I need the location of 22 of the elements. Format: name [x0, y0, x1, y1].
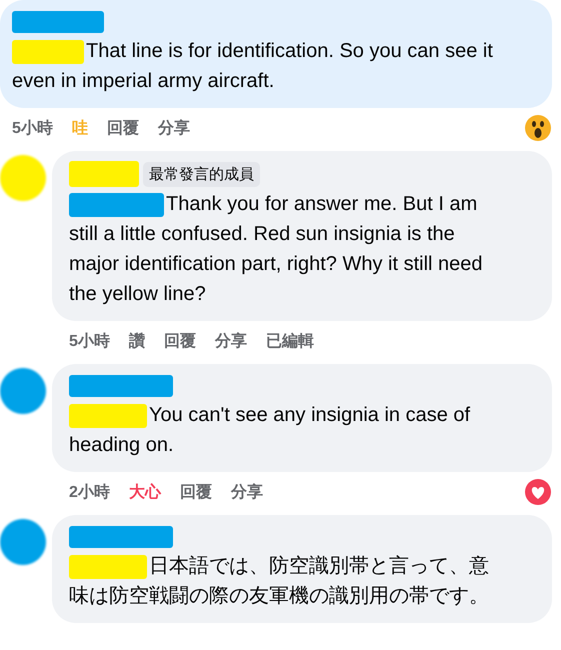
redaction-mark — [69, 161, 139, 187]
redaction-mark — [12, 40, 84, 64]
comment-text: Thank you for answer me. But I am still a little confused. Red sun insignia is the major identification part, right? Why it still need the yellow line? — [69, 192, 484, 307]
wow-emoji-icon — [524, 114, 552, 142]
comment-time[interactable]: 2小時 — [69, 482, 110, 503]
reply-link[interactable]: 回覆 — [180, 482, 212, 503]
share-link[interactable]: 分享 — [214, 331, 247, 352]
reaction-link[interactable]: 大心 — [128, 482, 161, 503]
reply-link[interactable]: 回覆 — [164, 331, 196, 352]
reaction-link[interactable]: 讚 — [128, 331, 145, 352]
comment-time[interactable]: 5小時 — [69, 331, 110, 352]
comment-text: You can't see any insignia in case of heading on. — [69, 402, 472, 458]
share-link[interactable]: 分享 — [230, 482, 263, 503]
reply-link[interactable]: 回覆 — [106, 118, 139, 139]
edited-label: 已編輯 — [266, 332, 314, 352]
share-link[interactable]: 分享 — [158, 118, 190, 139]
avatar[interactable] — [0, 368, 46, 414]
member-badge: 最常發言的成員 — [143, 162, 260, 186]
comment-text: 日本語では、防空識別帯と言って、意味は防空戦闘の際の友軍機の識別用の帯です。 — [69, 554, 490, 609]
comment-time[interactable]: 5小時 — [12, 118, 53, 139]
avatar[interactable] — [0, 519, 46, 565]
comment-text: That line is for identification. So you can see it even in imperial army aircraft. — [12, 38, 494, 94]
